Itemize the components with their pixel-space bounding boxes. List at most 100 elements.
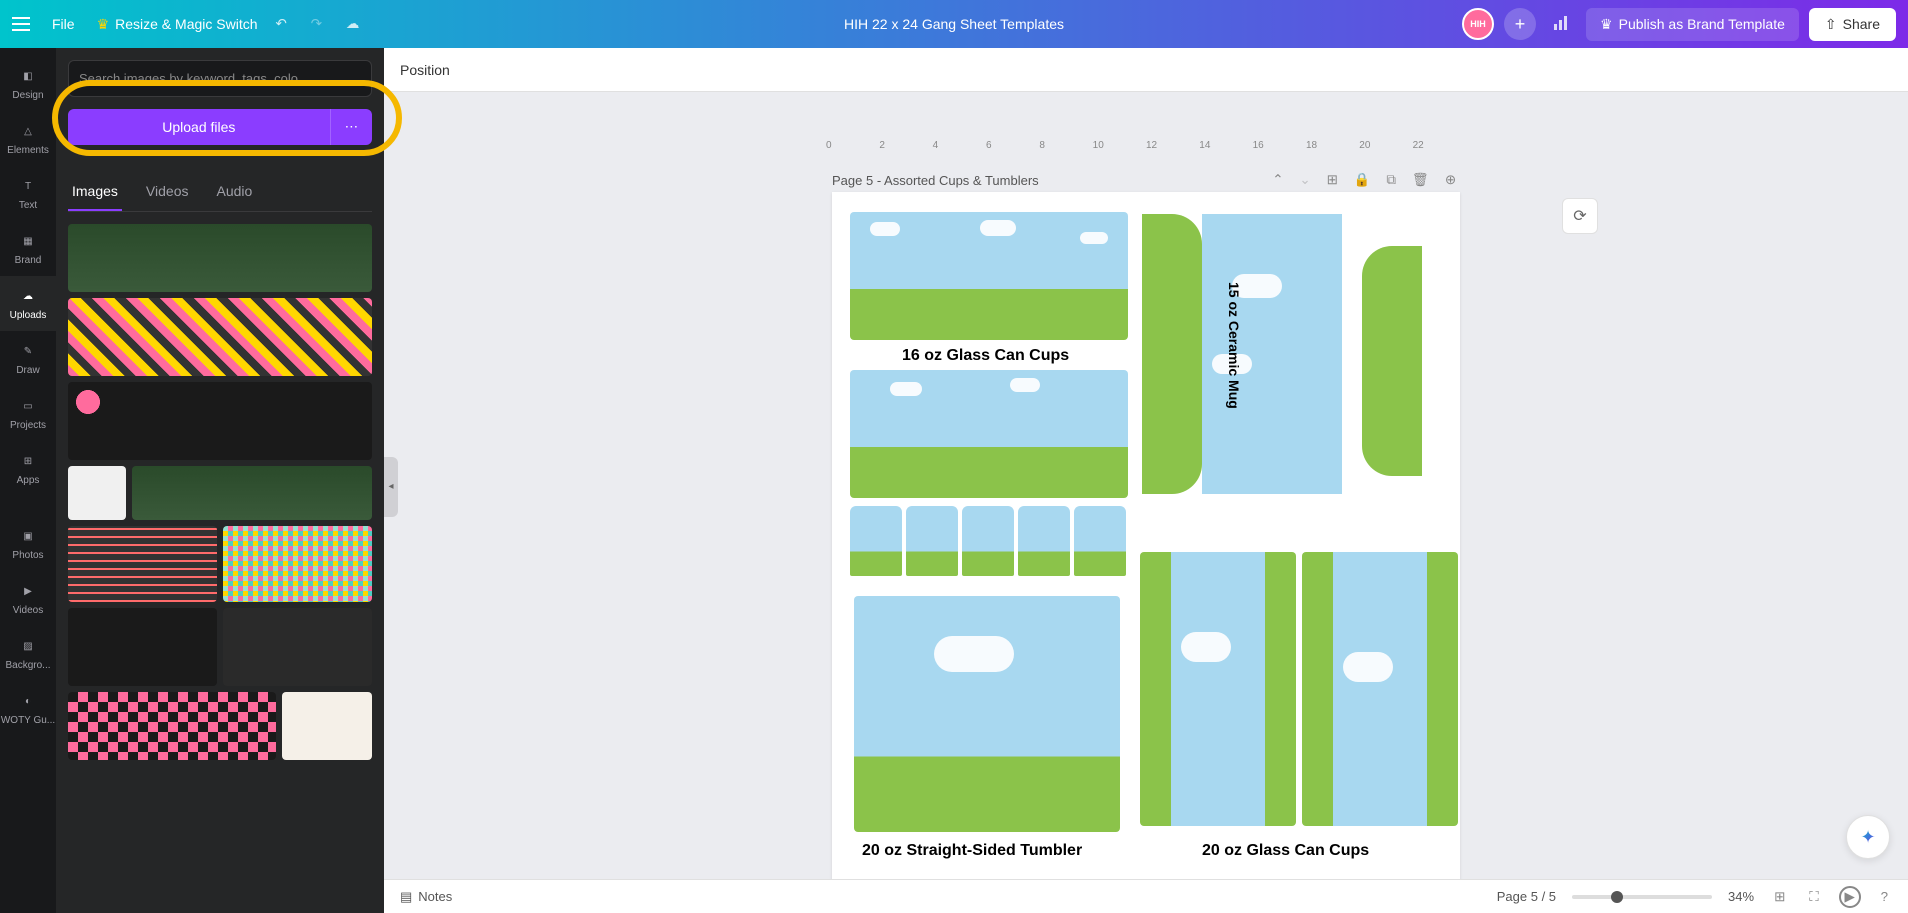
upload-thumbnail[interactable] xyxy=(68,526,217,602)
cloud-decoration xyxy=(1080,232,1108,244)
zoom-slider[interactable] xyxy=(1572,895,1712,899)
apps-icon: ⊞ xyxy=(18,451,38,471)
nav-label: Elements xyxy=(7,145,49,156)
page-title[interactable]: Page 5 - Assorted Cups & Tumblers xyxy=(832,173,1039,188)
template-label-16oz[interactable]: 16 oz Glass Can Cups xyxy=(902,347,1069,365)
add-page-button[interactable]: ⊕ xyxy=(1441,168,1460,192)
page-down-button[interactable]: ⌄ xyxy=(1295,168,1314,192)
analytics-icon[interactable] xyxy=(1546,8,1576,41)
text-icon: T xyxy=(18,176,38,196)
upload-thumbnail[interactable] xyxy=(132,466,372,520)
page-up-button[interactable]: ⌃ xyxy=(1268,168,1287,192)
nav-draw[interactable]: ✎ Draw xyxy=(0,331,56,386)
nav-videos[interactable]: ▶ Videos xyxy=(0,571,56,626)
resize-magic-switch-button[interactable]: ♛ Resize & Magic Switch xyxy=(97,16,258,33)
mini-can-template[interactable] xyxy=(850,506,902,576)
tab-audio[interactable]: Audio xyxy=(212,173,256,211)
mini-can-row xyxy=(850,506,1126,576)
template-16oz-glass-can-bottom[interactable] xyxy=(850,370,1128,498)
template-label-20oz-tumbler[interactable]: 20 oz Straight-Sided Tumbler xyxy=(862,842,1082,860)
ai-assistant-fab[interactable]: ✦ xyxy=(1846,815,1890,859)
redo-button[interactable]: ↷ xyxy=(305,10,328,38)
undo-button[interactable]: ↶ xyxy=(270,10,293,38)
cloud-decoration xyxy=(890,382,922,396)
upload-thumbnail[interactable] xyxy=(68,466,126,520)
search-uploads-input[interactable] xyxy=(68,60,372,97)
project-title[interactable]: HIH 22 x 24 Gang Sheet Templates xyxy=(844,16,1064,32)
nav-label: Photos xyxy=(12,550,43,561)
notes-icon: ▤ xyxy=(400,889,412,905)
delete-page-button[interactable]: 🗑 xyxy=(1408,168,1433,192)
left-navigation-rail: ◧ Design △ Elements T Text ▦ Brand ☁ Upl… xyxy=(0,48,56,913)
ruler-tick: 18 xyxy=(1306,140,1359,160)
template-16oz-glass-can-top[interactable] xyxy=(850,212,1128,340)
nav-uploads[interactable]: ☁ Uploads xyxy=(0,276,56,331)
present-button[interactable]: ▶ xyxy=(1839,886,1861,908)
notes-button[interactable]: ▤ Notes xyxy=(400,889,452,905)
magic-switch-label: Resize & Magic Switch xyxy=(115,16,257,32)
nav-apps[interactable]: ⊞ Apps xyxy=(0,441,56,496)
upload-thumbnail[interactable] xyxy=(223,526,372,602)
add-member-button[interactable]: + xyxy=(1504,8,1536,40)
nav-photos[interactable]: ▣ Photos xyxy=(0,516,56,571)
upload-thumbnail[interactable] xyxy=(223,608,372,686)
regenerate-button[interactable]: ⟳ xyxy=(1562,198,1598,234)
nav-label: Draw xyxy=(16,365,39,376)
share-button[interactable]: ⇧ Share xyxy=(1809,8,1896,41)
nav-label: Apps xyxy=(17,475,40,486)
nav-brand[interactable]: ▦ Brand xyxy=(0,221,56,276)
help-button[interactable]: ? xyxy=(1877,885,1892,908)
file-menu-button[interactable]: File xyxy=(42,10,85,38)
mini-can-template[interactable] xyxy=(1074,506,1126,576)
ruler-tick: 20 xyxy=(1359,140,1412,160)
main-menu-icon[interactable] xyxy=(12,17,30,31)
nav-label: Backgro... xyxy=(5,660,50,671)
ruler-tick: 6 xyxy=(986,140,1039,160)
publish-brand-template-button[interactable]: ♛ Publish as Brand Template xyxy=(1586,8,1799,41)
zoom-level-display[interactable]: 34% xyxy=(1728,889,1754,904)
videos-icon: ▶ xyxy=(18,581,38,601)
nav-woty-guide[interactable]: ◐ WOTY Gu... xyxy=(0,681,56,736)
canvas-page[interactable]: 16 oz Glass Can Cups 15 oz Ceramic Mug 2… xyxy=(832,192,1460,896)
nav-elements[interactable]: △ Elements xyxy=(0,111,56,166)
template-20oz-tumbler[interactable] xyxy=(854,596,1120,832)
nav-design[interactable]: ◧ Design xyxy=(0,56,56,111)
grid-view-button[interactable]: ⊞ xyxy=(1770,885,1789,909)
tab-images[interactable]: Images xyxy=(68,173,122,211)
nav-projects[interactable]: ▭ Projects xyxy=(0,386,56,441)
upload-thumbnail[interactable] xyxy=(68,382,372,460)
nav-label: WOTY Gu... xyxy=(1,715,55,726)
grid-view-button[interactable]: ⊞ xyxy=(1323,168,1342,192)
upload-thumbnail[interactable] xyxy=(68,224,372,292)
upload-thumbnail[interactable] xyxy=(68,298,372,376)
lock-button[interactable]: 🔒 xyxy=(1350,168,1375,192)
template-20oz-glass-can-left[interactable] xyxy=(1140,552,1296,826)
position-button[interactable]: Position xyxy=(400,62,450,78)
upload-files-button[interactable]: Upload files xyxy=(68,109,330,145)
nav-background[interactable]: ▨ Backgro... xyxy=(0,626,56,681)
template-20oz-glass-can-right[interactable] xyxy=(1302,552,1458,826)
glass-inner-panel xyxy=(1333,552,1427,826)
template-15oz-mug[interactable] xyxy=(1142,214,1422,514)
nav-label: Projects xyxy=(10,420,46,431)
mini-can-template[interactable] xyxy=(1018,506,1070,576)
mini-can-template[interactable] xyxy=(962,506,1014,576)
canvas-toolbar: Position xyxy=(384,48,1908,92)
upload-thumbnail[interactable] xyxy=(68,692,276,760)
mini-can-template[interactable] xyxy=(906,506,958,576)
upload-thumbnail[interactable] xyxy=(282,692,372,760)
zoom-slider-thumb[interactable] xyxy=(1611,891,1623,903)
page-indicator[interactable]: Page 5 / 5 xyxy=(1497,889,1556,904)
template-label-20oz-glass[interactable]: 20 oz Glass Can Cups xyxy=(1202,842,1369,860)
nav-text[interactable]: T Text xyxy=(0,166,56,221)
fullscreen-button[interactable]: ⛶ xyxy=(1805,885,1822,909)
ruler-tick: 10 xyxy=(1093,140,1146,160)
template-label-15oz-mug[interactable]: 15 oz Ceramic Mug xyxy=(1226,282,1242,409)
user-avatar[interactable]: HIH xyxy=(1462,8,1494,40)
cloud-sync-icon[interactable]: ☁ xyxy=(340,10,365,38)
upload-more-options-button[interactable]: ⋯ xyxy=(330,109,372,145)
duplicate-page-button[interactable]: ⧉ xyxy=(1382,168,1400,192)
tab-videos[interactable]: Videos xyxy=(142,173,193,211)
collapse-panel-handle[interactable]: ◂ xyxy=(384,457,398,517)
upload-thumbnail[interactable] xyxy=(68,608,217,686)
